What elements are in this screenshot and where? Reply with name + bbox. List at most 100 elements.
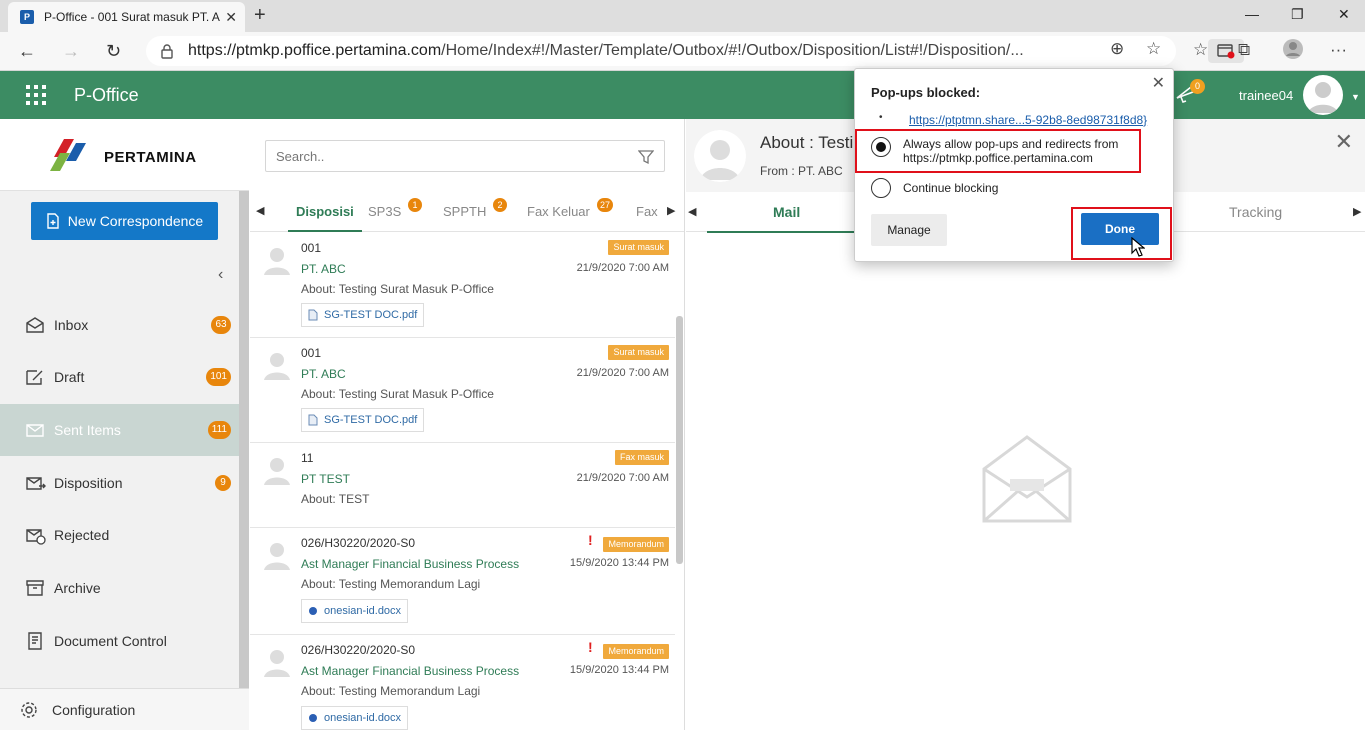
inbox-count-badge: 63 — [211, 316, 231, 334]
manage-button[interactable]: Manage — [871, 214, 947, 246]
allow-option-line2: https://ptmkp.poffice.pertamina.com — [903, 151, 1093, 165]
reload-icon[interactable]: ↻ — [106, 41, 121, 61]
item-type-badge: Memorandum — [603, 537, 669, 552]
tab-mail[interactable]: Mail — [707, 204, 867, 233]
url-host: https://ptmkp.poffice.pertamina.com — [188, 42, 442, 59]
sender-avatar-icon — [264, 248, 290, 275]
minimize-icon[interactable]: — — [1245, 6, 1259, 22]
popups-blocked-dialog: Pop-ups blocked: ✕ • https://ptptmn.shar… — [854, 68, 1174, 262]
item-date: 21/9/2020 7:00 AM — [576, 472, 669, 484]
pdf-file-icon — [308, 309, 318, 321]
collections-icon[interactable]: ⧉ — [1238, 40, 1250, 60]
tabs-next-icon[interactable]: ▶ — [667, 204, 675, 217]
item-type-badge: Memorandum — [603, 644, 669, 659]
attachment-chip[interactable]: onesian-id.docx — [301, 706, 409, 730]
close-detail-icon[interactable]: ✕ — [1335, 129, 1353, 155]
item-from: PT TEST — [301, 472, 350, 486]
profile-icon[interactable] — [1282, 38, 1304, 60]
forward-icon[interactable]: → — [62, 41, 80, 61]
tab-fax[interactable]: Fax — [636, 204, 658, 219]
app-name: P-Office — [74, 85, 139, 105]
attachment-name: onesian-id.docx — [324, 605, 402, 617]
sidebar-scrollbar[interactable] — [239, 191, 249, 688]
item-date: 21/9/2020 7:00 AM — [576, 262, 669, 274]
item-type-badge: Fax masuk — [614, 450, 669, 465]
username[interactable]: trainee04 — [1239, 88, 1293, 103]
word-file-icon — [309, 714, 317, 722]
sidebar-item-draft[interactable]: Draft 101 — [0, 351, 239, 403]
filter-icon[interactable] — [638, 149, 654, 165]
sidebar-item-archive[interactable]: Archive — [0, 562, 239, 614]
add-favorite-page-icon[interactable]: ⊕ — [1110, 39, 1124, 59]
list-item[interactable]: 026/H30220/2020-S0 ! Memorandum Ast Mana… — [250, 635, 675, 730]
detail-tabs-next-icon[interactable]: ▶ — [1353, 205, 1361, 218]
address-bar[interactable]: https://ptmkp.poffice.pertamina.com/Home… — [146, 36, 1244, 66]
sidebar-item-inbox[interactable]: Inbox 63 — [0, 299, 239, 351]
always-allow-radio[interactable]: Always allow pop-ups and redirects from … — [871, 137, 1118, 165]
list-scrollbar[interactable] — [676, 316, 683, 564]
window-close-icon[interactable]: ✕ — [1338, 6, 1350, 23]
popup-close-icon[interactable]: ✕ — [1152, 73, 1165, 93]
item-about: About: Testing Memorandum Lagi — [301, 577, 481, 591]
browser-tab[interactable]: P P-Office - 001 Surat masuk PT. ABC ✕ — [8, 2, 245, 32]
item-type-badge: Surat masuk — [608, 345, 669, 360]
tabs-prev-icon[interactable]: ◀ — [256, 204, 264, 217]
list-item[interactable]: 001 Surat masuk PT. ABC 21/9/2020 7:00 A… — [250, 338, 675, 443]
tab-tracking[interactable]: Tracking — [1229, 204, 1282, 220]
item-number: 11 — [301, 451, 314, 465]
sidebar-item-label: Disposition — [54, 475, 123, 491]
gear-icon — [21, 701, 37, 718]
sidebar-item-sent-items[interactable]: Sent Items 111 — [0, 404, 239, 456]
detail-from: From : PT. ABC — [760, 164, 843, 178]
tab-close-icon[interactable]: ✕ — [225, 9, 237, 26]
logo-text: PERTAMINA — [104, 149, 197, 166]
sidebar: PERTAMINA New Correspondence ‹ Inbox 63 … — [0, 119, 249, 730]
maximize-icon[interactable]: ❐ — [1291, 6, 1304, 23]
tab-sppth[interactable]: SPPTH 2 — [443, 198, 507, 219]
sidebar-item-disposition[interactable]: Disposition 9 — [0, 457, 239, 509]
item-date: 21/9/2020 7:00 AM — [576, 367, 669, 379]
blocked-popup-link[interactable]: https://ptptmn.share...5-92b8-8ed98731f8… — [909, 113, 1147, 127]
user-avatar[interactable] — [1303, 75, 1343, 115]
attachment-chip[interactable]: SG-TEST DOC.pdf — [301, 408, 425, 432]
tab-disposisi[interactable]: Disposisi — [288, 204, 362, 232]
sent-items-count-badge: 111 — [207, 421, 231, 439]
sender-avatar-icon — [694, 130, 746, 182]
tab-sp3s[interactable]: SP3S 1 — [368, 198, 422, 219]
pertamina-logo-icon — [50, 139, 86, 171]
list-item[interactable]: 001 Surat masuk PT. ABC 21/9/2020 7:00 A… — [250, 233, 675, 338]
logo-area: PERTAMINA — [0, 119, 249, 191]
favorites-icon[interactable]: ☆ — [1193, 40, 1208, 60]
attachment-name: SG-TEST DOC.pdf — [324, 414, 418, 426]
user-menu-caret-icon[interactable]: ▼ — [1351, 92, 1360, 102]
sidebar-item-label: Inbox — [54, 317, 89, 333]
configuration-item[interactable]: Configuration — [0, 688, 249, 730]
item-about: About: TEST — [301, 492, 370, 506]
word-file-icon — [309, 607, 317, 615]
inbox-icon — [26, 317, 44, 333]
search-input[interactable]: Search.. — [265, 140, 665, 172]
collapse-sidebar-icon[interactable]: ‹ — [218, 266, 223, 284]
sidebar-item-rejected[interactable]: Rejected — [0, 509, 239, 561]
continue-blocking-radio[interactable]: Continue blocking — [871, 178, 998, 198]
app-grid-icon[interactable] — [26, 85, 46, 105]
done-button[interactable]: Done — [1081, 213, 1159, 245]
detail-tabs-prev-icon[interactable]: ◀ — [688, 205, 696, 218]
attachment-chip[interactable]: SG-TEST DOC.pdf — [301, 303, 425, 327]
browser-tab-title: P-Office - 001 Surat masuk PT. ABC — [44, 10, 220, 24]
archive-icon — [26, 580, 44, 596]
more-menu-icon[interactable]: ··· — [1330, 40, 1347, 60]
sidebar-item-document-control[interactable]: Document Control — [0, 615, 239, 667]
new-correspondence-button[interactable]: New Correspondence — [31, 202, 218, 240]
new-tab-icon[interactable]: + — [254, 5, 266, 25]
tab-fax-keluar[interactable]: Fax Keluar 27 — [527, 198, 614, 219]
disposition-icon — [26, 477, 46, 490]
list-item[interactable]: 11 Fax masuk PT TEST 21/9/2020 7:00 AM A… — [250, 443, 675, 528]
attachment-chip[interactable]: onesian-id.docx — [301, 599, 409, 623]
back-icon[interactable]: ← — [18, 41, 36, 61]
sidebar-item-label: Rejected — [54, 527, 110, 543]
list-item[interactable]: 026/H30220/2020-S0 ! Memorandum Ast Mana… — [250, 528, 675, 635]
star-icon[interactable]: ☆ — [1146, 39, 1161, 59]
notification-badge: 0 — [1190, 79, 1205, 94]
pdf-file-icon — [308, 414, 318, 426]
